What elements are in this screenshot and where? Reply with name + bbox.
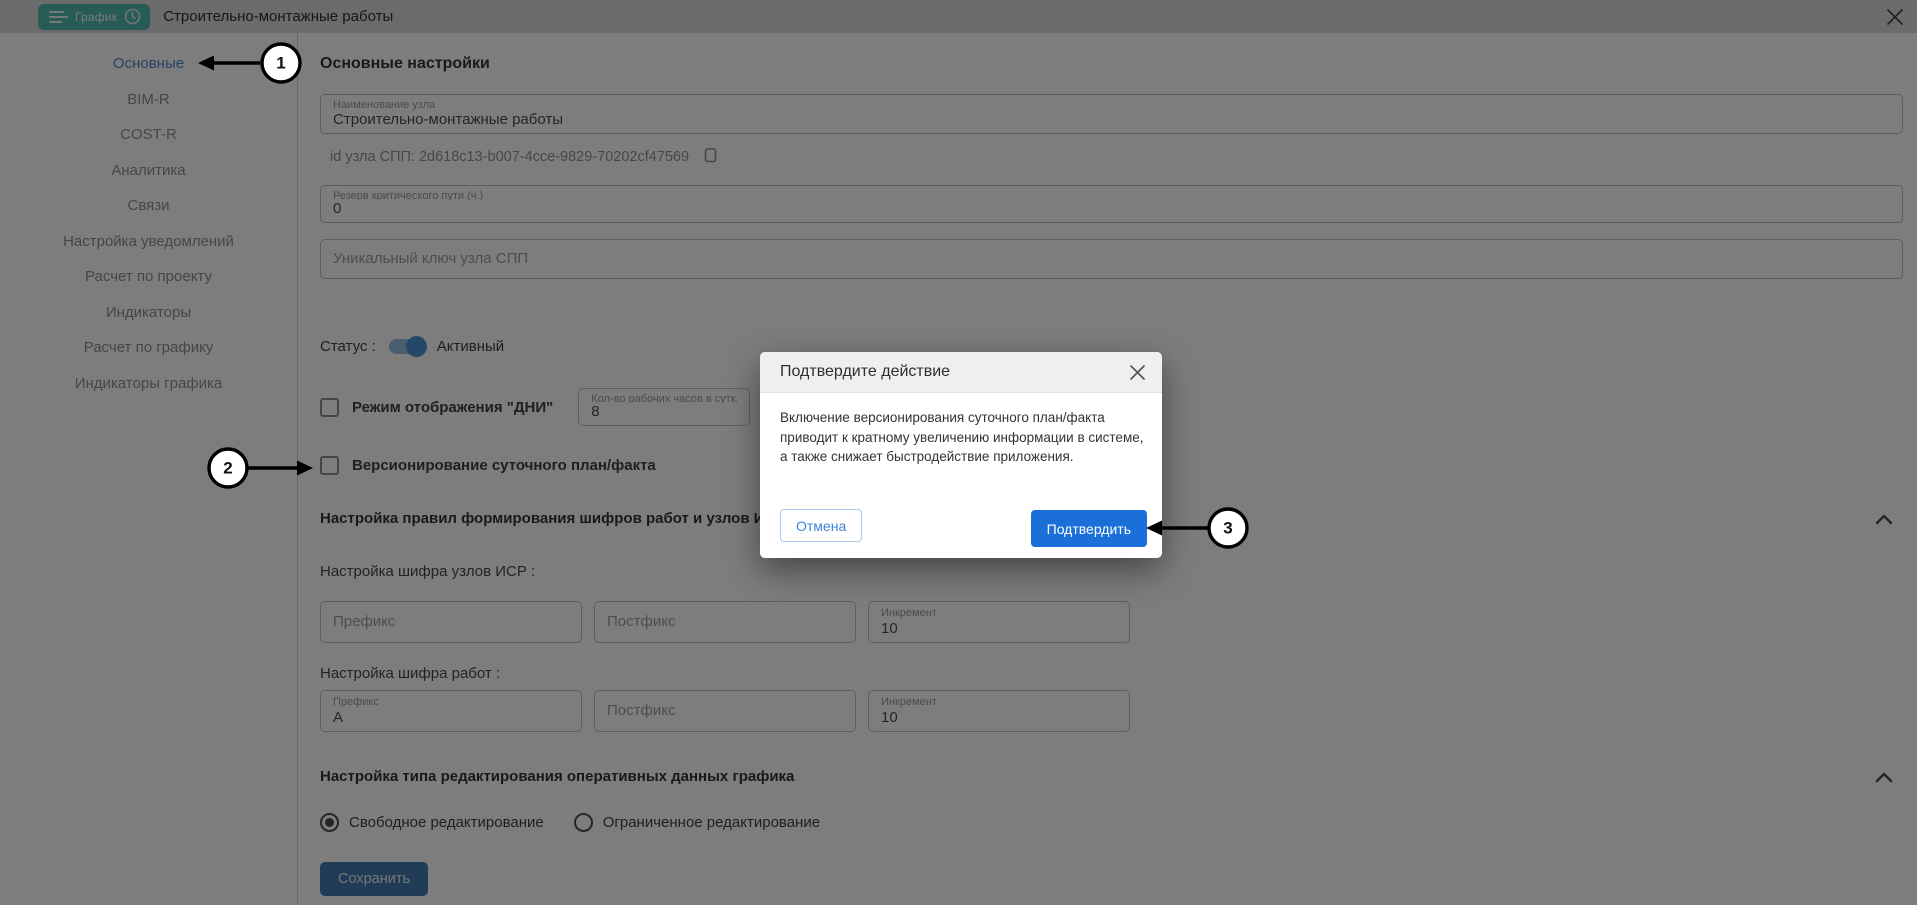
cancel-button[interactable]: Отмена	[780, 509, 862, 542]
confirm-dialog: Подтвердите действие Включение версионир…	[760, 352, 1162, 558]
dialog-close-button[interactable]	[1127, 362, 1148, 383]
confirm-dialog-header: Подтвердите действие	[760, 352, 1162, 393]
confirm-button[interactable]: Подтвердить	[1031, 510, 1147, 547]
close-icon	[1129, 364, 1146, 381]
confirm-dialog-message: Включение версионирования суточного план…	[780, 408, 1144, 467]
confirm-dialog-title: Подтвердите действие	[780, 363, 950, 381]
